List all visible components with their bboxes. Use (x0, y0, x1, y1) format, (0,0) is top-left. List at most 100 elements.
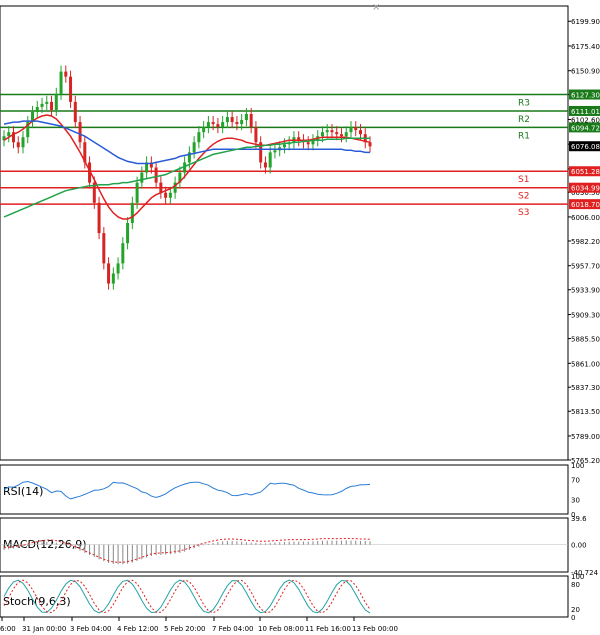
candle-body (335, 132, 339, 135)
candle-body (69, 76, 73, 102)
y-tick-label: 6150.90 (571, 68, 600, 76)
candle-body (268, 152, 272, 168)
level-price-text: 6018.70 (571, 201, 600, 209)
candle-body (130, 202, 134, 224)
candle-body (230, 117, 234, 123)
candle-body (50, 101, 54, 110)
close-icon[interactable]: × (372, 2, 380, 13)
macd-tick-label: 0.00 (571, 542, 587, 550)
candle-body (35, 106, 39, 112)
candle-body (306, 142, 310, 145)
candle-body (159, 182, 163, 193)
candle-body (349, 127, 353, 133)
candle-body (240, 120, 244, 125)
main-chart-frame (0, 5, 569, 461)
candle-body (135, 182, 139, 203)
level-price-text: 6034.99 (571, 185, 600, 193)
candle-body (330, 130, 334, 133)
candle-body (140, 172, 144, 183)
candle-body (368, 142, 372, 147)
level-price-text: 6127.30 (571, 92, 600, 100)
level-label-r1: R1 (518, 131, 530, 141)
candle-body (111, 273, 115, 284)
candle-body (202, 127, 206, 133)
candle-body (54, 93, 58, 110)
candle-body (126, 223, 130, 244)
candle-body (244, 113, 248, 121)
candle-body (45, 101, 49, 104)
candle-body (263, 162, 267, 168)
candle-body (254, 127, 258, 143)
candle-body (339, 134, 343, 137)
y-tick-label: 5909.30 (571, 312, 600, 320)
y-tick-label: 6006.00 (571, 214, 600, 222)
candle-body (354, 127, 358, 131)
y-tick-label: 6175.40 (571, 43, 600, 51)
candle-body (40, 103, 44, 107)
stoch-tick-label: 100 (571, 573, 584, 581)
candle-body (21, 137, 25, 148)
rsi-tick-label: 30 (571, 496, 580, 504)
x-tick-label: 31 Jan 00:00 (22, 625, 66, 633)
candle-body (221, 122, 225, 128)
candle-body (211, 122, 215, 125)
level-label-s1: S1 (518, 175, 529, 185)
candle-body (168, 192, 172, 198)
x-tick-label: 13 Feb 00:00 (352, 625, 398, 633)
candle-body (282, 144, 286, 148)
macd-tick-label: 39.6 (571, 515, 587, 523)
candle-body (216, 124, 220, 128)
x-tick-label: 7 Feb 04:00 (212, 625, 253, 633)
candle-body (97, 202, 101, 234)
candle-body (192, 142, 196, 153)
candle-body (154, 167, 158, 183)
y-tick-label: 6199.90 (571, 18, 600, 26)
level-label-r2: R2 (518, 115, 530, 125)
y-tick-label: 5957.70 (571, 263, 600, 271)
level-label-r3: R3 (518, 99, 530, 109)
y-tick-label: 5789.00 (571, 433, 600, 441)
candle-body (107, 263, 111, 284)
stoch-tick-label: 0 (571, 614, 575, 622)
candle-body (235, 122, 239, 125)
price-chart[interactable]: R3R2R1S1S2S3 RSI(14)10070300MACD(12,26,9… (0, 0, 600, 635)
candle-body (225, 117, 229, 123)
y-tick-label: 5885.50 (571, 336, 600, 344)
candle-body (197, 132, 201, 143)
y-tick-label: 5837.30 (571, 384, 600, 392)
current-price-text: 6076.08 (571, 143, 600, 151)
y-tick-label: 5933.90 (571, 287, 600, 295)
rsi-tick-label: 70 (571, 477, 580, 485)
candle-body (64, 71, 68, 77)
y-tick-label: 5982.20 (571, 238, 600, 246)
level-price-text: 6094.72 (571, 124, 600, 132)
x-tick-label: 3 Feb 04:00 (70, 625, 111, 633)
candle-body (320, 132, 324, 137)
level-price-text: 6111.01 (571, 108, 600, 116)
candle-body (325, 130, 329, 133)
candle-body (7, 132, 11, 137)
x-tick-label: 5 Feb 20:00 (164, 625, 205, 633)
y-tick-label: 5861.00 (571, 360, 600, 368)
candle-body (273, 150, 277, 153)
candle-body (16, 142, 20, 148)
x-tick-label: 11 Feb 16:00 (305, 625, 351, 633)
candle-body (73, 101, 77, 123)
level-label-s3: S3 (518, 208, 529, 218)
candle-body (59, 71, 63, 94)
candle-body (164, 192, 168, 198)
level-label-s2: S2 (518, 192, 529, 202)
stoch-tick-label: 20 (571, 606, 580, 614)
candle-body (358, 130, 362, 135)
x-tick-label: 10 Feb 08:00 (258, 625, 304, 633)
candle-body (116, 263, 120, 274)
candle-body (344, 132, 348, 137)
y-tick-label: 5813.50 (571, 408, 600, 416)
candle-body (102, 233, 106, 264)
candle-body (249, 113, 253, 128)
candle-body (206, 122, 210, 128)
x-tick-label: 4 Feb 12:00 (117, 625, 158, 633)
candle-body (121, 243, 125, 264)
level-price-text: 6051.28 (571, 168, 600, 176)
x-tick-label: 6:00 (0, 625, 16, 633)
